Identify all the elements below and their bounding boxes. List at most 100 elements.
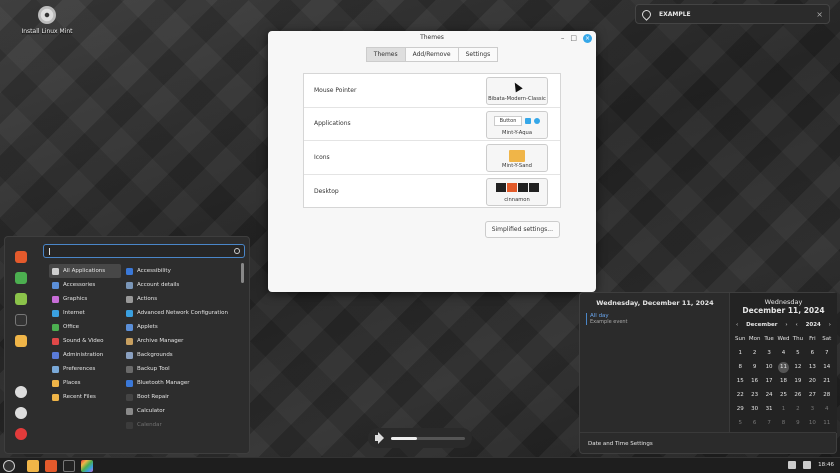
calendar-day[interactable]: 11	[776, 360, 790, 374]
calendar-day[interactable]: 4	[776, 346, 790, 360]
date-time-settings-link[interactable]: Date and Time Settings	[588, 441, 653, 447]
install-linux-mint-icon[interactable]: Install Linux Mint	[18, 6, 76, 35]
app-item[interactable]: Account details	[123, 278, 233, 292]
desktop-theme-button[interactable]: cinnamon	[486, 177, 548, 206]
event-item[interactable]: All day Example event	[586, 313, 726, 325]
logout-icon[interactable]	[15, 407, 27, 419]
calendar-day[interactable]: 6	[747, 416, 761, 430]
category-item[interactable]: Internet	[49, 306, 121, 320]
calendar-day[interactable]: 30	[747, 402, 761, 416]
app-item[interactable]: Calculator	[123, 404, 233, 418]
app-item[interactable]: Bluetooth Manager	[123, 376, 233, 390]
app-item[interactable]: Calendar	[123, 418, 233, 432]
calendar-day[interactable]: 9	[791, 416, 805, 430]
app-item[interactable]: Archive Manager	[123, 334, 233, 348]
calendar-day[interactable]: 1	[733, 346, 747, 360]
firefox-icon[interactable]	[15, 251, 27, 263]
terminal-icon[interactable]	[63, 460, 75, 472]
calendar-day[interactable]: 31	[762, 402, 776, 416]
category-item[interactable]: Graphics	[49, 292, 121, 306]
files-icon[interactable]	[27, 460, 39, 472]
calendar-day[interactable]: 15	[733, 374, 747, 388]
tab-settings[interactable]: Settings	[458, 47, 499, 62]
calendar-day[interactable]: 11	[820, 416, 834, 430]
window-titlebar[interactable]: Themes – □ ×	[268, 31, 596, 45]
category-item[interactable]: Recent Files	[49, 390, 121, 404]
network-icon[interactable]	[788, 461, 797, 469]
prev-month-button[interactable]: ‹	[736, 322, 738, 328]
lock-icon[interactable]	[15, 386, 27, 398]
category-item[interactable]: Administration	[49, 348, 121, 362]
software-manager-icon[interactable]	[15, 272, 27, 284]
calendar-day[interactable]: 20	[805, 374, 819, 388]
calendar-day[interactable]: 3	[805, 402, 819, 416]
app-item[interactable]: Advanced Network Configuration	[123, 306, 233, 320]
terminal-icon[interactable]	[15, 314, 27, 326]
calendar-day[interactable]: 13	[805, 360, 819, 374]
menu-icon[interactable]	[3, 460, 15, 472]
settings-icon[interactable]	[15, 293, 27, 305]
calendar-day[interactable]: 14	[820, 360, 834, 374]
minimize-icon[interactable]: –	[561, 33, 565, 43]
calendar-day[interactable]: 5	[791, 346, 805, 360]
category-item[interactable]: Accessories	[49, 278, 121, 292]
maximize-icon[interactable]: □	[570, 33, 577, 43]
next-month-button[interactable]: ›	[785, 322, 787, 328]
calendar-day[interactable]: 5	[733, 416, 747, 430]
mouse-pointer-theme-button[interactable]: Bibata-Modern-Classic	[486, 77, 548, 105]
category-item[interactable]: Preferences	[49, 362, 121, 376]
icons-theme-button[interactable]: Mint-Y-Sand	[486, 144, 548, 172]
next-year-button[interactable]: ›	[829, 322, 831, 328]
calendar-day[interactable]: 4	[820, 402, 834, 416]
calendar-day[interactable]: 17	[762, 374, 776, 388]
app-item[interactable]: Backup Tool	[123, 362, 233, 376]
power-icon[interactable]	[15, 428, 27, 440]
notification-close-icon[interactable]: ×	[816, 10, 823, 19]
firefox-icon[interactable]	[45, 460, 57, 472]
calendar-day[interactable]: 28	[820, 388, 834, 402]
calendar-day[interactable]: 2	[747, 346, 761, 360]
volume-icon[interactable]	[803, 461, 812, 469]
calendar-day[interactable]: 26	[791, 388, 805, 402]
app-item[interactable]: Applets	[123, 320, 233, 334]
calendar-day[interactable]: 27	[805, 388, 819, 402]
category-item[interactable]: Sound & Video	[49, 334, 121, 348]
scrollbar[interactable]	[241, 263, 244, 283]
calendar-day[interactable]: 18	[776, 374, 790, 388]
prev-year-button[interactable]: ‹	[795, 322, 797, 328]
calendar-day[interactable]: 29	[733, 402, 747, 416]
category-item[interactable]: Office	[49, 320, 121, 334]
calendar-day[interactable]: 10	[762, 360, 776, 374]
calendar-day[interactable]: 8	[733, 360, 747, 374]
calendar-day[interactable]: 1	[776, 402, 790, 416]
clock[interactable]: 18:46	[818, 462, 834, 468]
category-item[interactable]: Places	[49, 376, 121, 390]
app-item[interactable]: Actions	[123, 292, 233, 306]
calendar-day[interactable]: 7	[820, 346, 834, 360]
notification[interactable]: EXAMPLE ×	[635, 4, 830, 24]
search-input[interactable]	[43, 244, 245, 258]
calendar-day[interactable]: 16	[747, 374, 761, 388]
calendar-day[interactable]: 7	[762, 416, 776, 430]
calendar-day[interactable]: 23	[747, 388, 761, 402]
calendar-day[interactable]: 9	[747, 360, 761, 374]
app-item[interactable]: Backgrounds	[123, 348, 233, 362]
calendar-day[interactable]: 22	[733, 388, 747, 402]
applications-theme-button[interactable]: Button Mint-Y-Aqua	[486, 110, 548, 139]
close-icon[interactable]: ×	[583, 33, 592, 43]
calendar-day[interactable]: 25	[776, 388, 790, 402]
app-item[interactable]: Boot Repair	[123, 390, 233, 404]
calendar-day[interactable]: 6	[805, 346, 819, 360]
calendar-day[interactable]: 21	[820, 374, 834, 388]
tab-themes[interactable]: Themes	[365, 47, 406, 62]
simplified-settings-button[interactable]: Simplified settings...	[484, 221, 560, 238]
calendar-day[interactable]: 8	[776, 416, 790, 430]
calendar-day[interactable]: 2	[791, 402, 805, 416]
calendar-day[interactable]: 19	[791, 374, 805, 388]
calendar-day[interactable]: 12	[791, 360, 805, 374]
calendar-day[interactable]: 24	[762, 388, 776, 402]
category-item[interactable]: All Applications	[49, 264, 121, 278]
tab-add-remove[interactable]: Add/Remove	[405, 47, 459, 62]
files-icon[interactable]	[15, 335, 27, 347]
themes-app-icon[interactable]	[81, 460, 93, 472]
